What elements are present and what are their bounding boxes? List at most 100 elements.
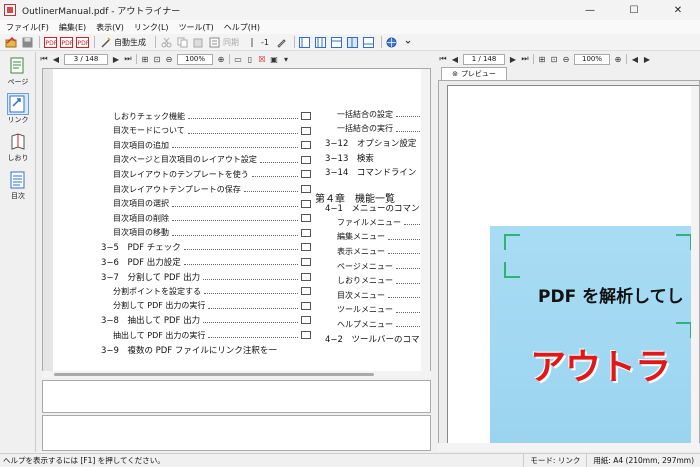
preview-forward-icon[interactable]: ▶ xyxy=(641,53,653,65)
link-list-pane[interactable] xyxy=(42,380,431,413)
globe-icon[interactable] xyxy=(385,36,399,49)
toc-entry[interactable]: 3−7 分割して PDF 出力 xyxy=(101,270,311,284)
side-tab-toc[interactable]: 目次 xyxy=(0,166,36,204)
toc-entry[interactable]: 目次項目の追加 xyxy=(113,138,311,152)
preview-fit-page-icon[interactable]: ⊞ xyxy=(536,53,548,65)
preview-vertical-scrollbar[interactable] xyxy=(691,86,699,444)
auto-generate-icon[interactable] xyxy=(98,36,112,49)
link-marker-icon[interactable] xyxy=(301,331,311,339)
link-marker-icon[interactable] xyxy=(301,243,311,252)
preview-pane[interactable]: PDF を解析してし アウトラ xyxy=(438,80,700,451)
link-marker-icon[interactable] xyxy=(301,214,311,223)
toc-entry[interactable]: 表示メニュー xyxy=(337,244,430,258)
link-marker-icon[interactable] xyxy=(301,112,311,120)
single-page-icon[interactable]: ▭ xyxy=(232,53,244,65)
toc-entry[interactable]: 目次ページと目次項目のレイアウト設定 xyxy=(113,153,311,167)
vertical-scrollbar[interactable] xyxy=(421,69,430,372)
save-icon[interactable] xyxy=(20,36,34,49)
toc-entry[interactable]: 目次項目の削除 xyxy=(113,211,311,225)
link-marker-icon[interactable] xyxy=(301,126,311,135)
delete-link-icon[interactable]: ☒ xyxy=(256,53,268,65)
auto-generate-button[interactable]: 自動生成 xyxy=(114,37,146,48)
menu-edit[interactable]: 編集(E) xyxy=(55,22,92,33)
pen-icon[interactable] xyxy=(275,36,289,49)
preview-fit-width-icon[interactable]: ⊡ xyxy=(548,53,560,65)
minimize-button[interactable]: — xyxy=(568,0,612,20)
document-view[interactable]: しおりチェック機能 目次モードについて 目次項目の追加 目次ページと目次項目のレイアウ… xyxy=(42,68,431,373)
pdf-export-icon[interactable]: PDF xyxy=(43,36,57,49)
level-icon[interactable] xyxy=(245,36,259,49)
toc-entry[interactable]: 抽出して PDF 出力の実行 xyxy=(113,328,311,342)
layout-5-icon[interactable] xyxy=(362,36,376,49)
horizontal-scrollbar[interactable] xyxy=(42,371,431,378)
sync-icon[interactable] xyxy=(207,36,221,49)
tab-preview[interactable]: ⊚ プレビュー xyxy=(441,67,507,80)
preview-page-number-field[interactable]: 1 / 148 xyxy=(463,53,505,65)
toc-entry[interactable]: 4−1 メニューのコマン xyxy=(325,201,430,215)
layout-1-icon[interactable] xyxy=(298,36,312,49)
toc-entry[interactable]: 4−2 ツールバーのコマ xyxy=(325,332,430,346)
toc-entry[interactable]: 目次レイアウトテンプレートの保存 xyxy=(113,182,311,196)
close-button[interactable]: ✕ xyxy=(656,0,700,20)
prev-page-button[interactable]: ◀ xyxy=(50,53,62,65)
toc-entry[interactable]: ツールメニュー xyxy=(337,303,430,317)
preview-zoom-select[interactable]: 100% xyxy=(574,53,610,65)
preview-last-page-button[interactable]: ⏭ xyxy=(519,53,531,65)
preview-first-page-button[interactable]: ⏮ xyxy=(437,53,449,65)
fit-page-icon[interactable]: ⊞ xyxy=(139,53,151,65)
link-marker-icon[interactable] xyxy=(301,258,311,266)
pdf-extract-icon[interactable]: PDF xyxy=(75,36,89,49)
toc-entry[interactable]: 一括結合の実行 xyxy=(337,122,430,136)
preview-horizontal-scrollbar[interactable] xyxy=(438,443,700,451)
toc-entry[interactable]: 3−6 PDF 出力設定 xyxy=(101,255,311,269)
copy-icon[interactable] xyxy=(175,36,189,49)
link-marker-icon[interactable] xyxy=(301,141,311,150)
layout-4-icon[interactable] xyxy=(346,36,360,49)
zoom-out-icon[interactable]: ⊖ xyxy=(163,53,175,65)
side-tab-link[interactable]: リンク xyxy=(0,90,36,128)
side-tab-page[interactable]: ページ xyxy=(0,52,36,90)
two-page-icon[interactable]: ▯ xyxy=(244,53,256,65)
sync-button[interactable]: 同期 xyxy=(223,37,239,48)
toc-entry[interactable]: しおりチェック機能 xyxy=(113,109,311,123)
menu-help[interactable]: ヘルプ(H) xyxy=(220,22,266,33)
toc-entry[interactable]: 目次項目の移動 xyxy=(113,226,311,240)
link-marker-icon[interactable] xyxy=(301,287,311,296)
next-page-button[interactable]: ▶ xyxy=(110,53,122,65)
layout-2-icon[interactable] xyxy=(314,36,328,49)
layout-3-icon[interactable] xyxy=(330,36,344,49)
menu-link[interactable]: リンク(L) xyxy=(130,22,175,33)
toc-entry[interactable]: 3−12 オプション設定 xyxy=(325,136,430,150)
toc-entry[interactable]: 目次レイアウトのテンプレートを使う xyxy=(113,167,311,181)
preview-back-icon[interactable]: ◀ xyxy=(629,53,641,65)
preview-zoom-out-icon[interactable]: ⊖ xyxy=(560,53,572,65)
toc-entry[interactable]: ファイルメニュー xyxy=(337,215,430,229)
paste-icon[interactable] xyxy=(191,36,205,49)
menu-view[interactable]: 表示(V) xyxy=(92,22,130,33)
link-marker-icon[interactable] xyxy=(301,228,311,237)
toc-entry[interactable]: 3−9 複数の PDF ファイルにリンク注釈を一 xyxy=(101,343,311,357)
preview-zoom-in-icon[interactable]: ⊕ xyxy=(612,53,624,65)
side-tab-bookmark[interactable]: しおり xyxy=(0,128,36,166)
properties-pane[interactable] xyxy=(42,415,431,451)
cut-icon[interactable] xyxy=(159,36,173,49)
toc-entry[interactable]: ヘルプメニュー xyxy=(337,317,430,331)
maximize-button[interactable]: ☐ xyxy=(612,0,656,20)
link-marker-icon[interactable] xyxy=(301,170,311,179)
toc-entry[interactable]: しおりメニュー xyxy=(337,274,430,288)
toc-entry[interactable]: 編集メニュー xyxy=(337,230,430,244)
link-marker-icon[interactable] xyxy=(301,301,311,310)
menu-file[interactable]: ファイル(F) xyxy=(0,22,55,33)
toc-entry[interactable]: 一括結合の設定 xyxy=(337,107,430,121)
preview-prev-page-button[interactable]: ◀ xyxy=(449,53,461,65)
preview-next-page-button[interactable]: ▶ xyxy=(507,53,519,65)
first-page-button[interactable]: ⏮ xyxy=(38,53,50,65)
page-number-field[interactable]: 3 / 148 xyxy=(64,53,108,65)
link-marker-icon[interactable] xyxy=(301,316,311,325)
toc-entry[interactable]: 3−5 PDF チェック xyxy=(101,240,311,254)
toc-entry[interactable]: 3−13 検索 xyxy=(325,151,430,165)
link-marker-icon[interactable] xyxy=(301,185,311,193)
last-page-button[interactable]: ⏭ xyxy=(122,53,134,65)
chevron-down-icon[interactable] xyxy=(401,36,415,49)
toc-entry[interactable]: 目次モードについて xyxy=(113,124,311,138)
